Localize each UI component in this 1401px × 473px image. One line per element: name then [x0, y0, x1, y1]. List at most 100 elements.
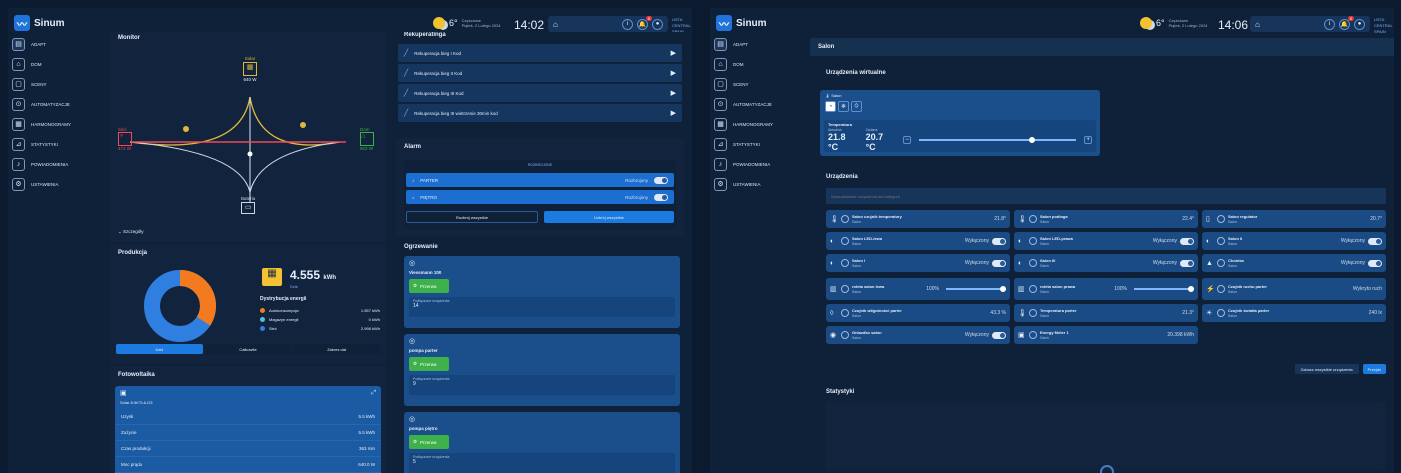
- home-node[interactable]: Dom ⌂ 503 W: [360, 127, 374, 151]
- increase-button[interactable]: +: [1084, 136, 1093, 144]
- decrease-button[interactable]: −: [903, 136, 912, 144]
- device-tile[interactable]: ▣ Energy Meter 1 Salon 20.398 kWh: [1014, 326, 1198, 344]
- heating-card[interactable]: ◎ pompa parter ⚙ Przerwa Podłączone urządzen…: [404, 334, 680, 406]
- device-toggle[interactable]: [992, 237, 1006, 245]
- sidebar-item-ustawienia[interactable]: ⚙ USTAWIENIA: [710, 174, 798, 194]
- pause-button[interactable]: ⚙ Przerwa: [409, 357, 449, 371]
- sidebar-item-adapt[interactable]: ▤ ADAPT: [710, 34, 798, 54]
- notification-icon[interactable]: 🔔 0: [1339, 15, 1354, 30]
- info-icon[interactable]: [841, 237, 849, 245]
- user-icon[interactable]: ●: [652, 18, 663, 30]
- info-icon[interactable]: i: [622, 18, 633, 30]
- house-icon[interactable]: ⌂: [1255, 20, 1260, 29]
- alarm-toggle[interactable]: [654, 193, 668, 201]
- arm-all-button[interactable]: Uzbrój wszystkie: [544, 211, 674, 223]
- recuperation-item[interactable]: ╱ Rekuperacja bieg III wietrzenie 30min k…: [398, 104, 682, 122]
- disarm-all-button[interactable]: Rozbrój wszystkie: [406, 211, 538, 223]
- device-tile[interactable]: ◐ Salon LED-lewa Salon Wyłączony: [826, 232, 1010, 250]
- device-tile[interactable]: 🌡 Salon czujnik temperatury Salon 21.8°: [826, 210, 1010, 228]
- tab-2[interactable]: Zakres dat: [293, 344, 381, 354]
- device-tile[interactable]: ◐ Salon III Salon Wyłączony: [1014, 254, 1198, 272]
- sidebar-item-adapt[interactable]: ▤ ADAPT: [8, 34, 96, 54]
- device-tile[interactable]: ▯ Salon regulator Salon 20.7°: [1202, 210, 1386, 228]
- heating-card[interactable]: ◎ Viessmann 100 ⚙ Przerwa Podłączone urządze…: [404, 256, 680, 328]
- play-icon[interactable]: ▶: [671, 49, 676, 57]
- pv-card[interactable]: ▣ ⤢ Solar 8-9KTL6-G3 Uzysk 5.5 kWh Zużycie…: [115, 386, 381, 473]
- recuperation-item[interactable]: ╱ Rekuperacja bieg II Kod ▶: [398, 64, 682, 82]
- alarm-zone[interactable]: ♪ PARTER Rozbrojony: [406, 173, 674, 187]
- device-toggle[interactable]: [1180, 259, 1194, 267]
- blind-slider[interactable]: [946, 286, 1006, 292]
- device-tile[interactable]: ⚡ Czujnik ruchu parter Salon Wykryto ruch: [1202, 278, 1386, 300]
- sidebar-item-harmonogramy[interactable]: ▦ HARMONOGRAMY: [710, 114, 798, 134]
- device-tile[interactable]: ▥ roleta salon prawa Salon 100%: [1014, 278, 1198, 300]
- info-icon[interactable]: [1217, 259, 1225, 267]
- auto-mode-icon[interactable]: ◔: [825, 101, 836, 112]
- sidebar-item-automatyzacje[interactable]: ⊙ AUTOMATYZACJE: [710, 94, 798, 114]
- sidebar-item-automatyzacje[interactable]: ⊙ AUTOMATYZACJE: [8, 94, 96, 114]
- info-icon[interactable]: [1029, 215, 1037, 223]
- info-icon[interactable]: [1029, 331, 1037, 339]
- info-icon[interactable]: [1217, 285, 1225, 293]
- sidebar-item-dom[interactable]: ⌂ DOM: [8, 54, 96, 74]
- info-icon[interactable]: [841, 285, 849, 293]
- see-all-devices-link[interactable]: Zobacz wszystkie urządzenia: [1294, 364, 1359, 374]
- snowflake-icon[interactable]: ❄: [838, 101, 849, 112]
- pause-button[interactable]: ⚙ Przerwa: [409, 279, 449, 293]
- tab-0[interactable]: Dziś: [116, 344, 203, 354]
- sidebar-item-statystyki[interactable]: ⊿ STATYSTYKI: [8, 134, 96, 154]
- device-toggle[interactable]: [1368, 237, 1382, 245]
- device-tile[interactable]: ◊ Czujnik wilgotności parter Salon 43.3 %: [826, 304, 1010, 322]
- info-icon[interactable]: [1029, 237, 1037, 245]
- user-icon[interactable]: ●: [1354, 18, 1365, 30]
- info-icon[interactable]: [1029, 309, 1037, 317]
- solar-node[interactable]: Solar ▦ 640 W: [243, 56, 257, 82]
- sidebar-item-sceny[interactable]: ▢ SCENY: [710, 74, 798, 94]
- alarm-toggle[interactable]: [654, 176, 668, 184]
- virtual-thermostat-card[interactable]: 🌡 Salon ◔ ❄ ⦸ Temperatura Aktualna 21.8 °…: [820, 90, 1100, 156]
- device-tile[interactable]: ▥ roleta salon lewa Salon 100%: [826, 278, 1010, 300]
- house-icon[interactable]: ⌂: [553, 20, 558, 29]
- info-icon[interactable]: [841, 309, 849, 317]
- device-tile[interactable]: ◐ Salon I Salon Wyłączony: [826, 254, 1010, 272]
- device-tile[interactable]: ▲ Choinka Salon Wyłączony: [1202, 254, 1386, 272]
- info-icon[interactable]: [841, 259, 849, 267]
- device-toggle[interactable]: [992, 331, 1006, 339]
- recuperation-item[interactable]: ╱ Rekuperacja bieg III Kod ▶: [398, 84, 682, 102]
- pause-button[interactable]: ⚙ Przerwa: [409, 435, 449, 449]
- sidebar-item-dom[interactable]: ⌂ DOM: [710, 54, 798, 74]
- sidebar-item-ustawienia[interactable]: ⚙ USTAWIENIA: [8, 174, 96, 194]
- device-search-input[interactable]: [826, 188, 1386, 204]
- details-toggle[interactable]: ⌄ Szczegóły: [118, 229, 144, 235]
- play-icon[interactable]: ▶: [671, 69, 676, 77]
- info-icon[interactable]: [1217, 237, 1225, 245]
- sidebar-item-powiadomienia[interactable]: ♪ POWIADOMIENIA: [8, 154, 96, 174]
- device-tile[interactable]: 🌡 Temperatura parter Salon 21.3°: [1014, 304, 1198, 322]
- device-tile[interactable]: ◐ Salon II Salon Wyłączony: [1202, 232, 1386, 250]
- info-icon[interactable]: [841, 215, 849, 223]
- recuperation-item[interactable]: ╱ Rekuperacja bieg I Kod ▶: [398, 44, 682, 62]
- play-icon[interactable]: ▶: [671, 109, 676, 117]
- device-toggle[interactable]: [1180, 237, 1194, 245]
- off-icon[interactable]: ⦸: [851, 101, 862, 112]
- info-icon[interactable]: i: [1324, 18, 1335, 30]
- device-tile[interactable]: ◉ Gniazdko salon Salon Wyłączony: [826, 326, 1010, 344]
- play-icon[interactable]: ▶: [671, 89, 676, 97]
- device-tile[interactable]: 🌡 Salon podłoga Salon 22.4°: [1014, 210, 1198, 228]
- heating-card[interactable]: ◎ pompa piętro ⚙ Przerwa Podłączone urządzen…: [404, 412, 680, 473]
- tab-1[interactable]: Całkowite: [204, 344, 292, 354]
- sidebar-item-statystyki[interactable]: ⊿ STATYSTYKI: [710, 134, 798, 154]
- device-toggle[interactable]: [1368, 259, 1382, 267]
- device-tile[interactable]: ◐ Salon LED-prawa Salon Wyłączony: [1014, 232, 1198, 250]
- notification-icon[interactable]: 🔔 0: [637, 15, 652, 30]
- device-toggle[interactable]: [992, 259, 1006, 267]
- info-icon[interactable]: [841, 331, 849, 339]
- sidebar-item-harmonogramy[interactable]: ▦ HARMONOGRAMY: [8, 114, 96, 134]
- grid-node[interactable]: Sieć ♆ 471 W: [118, 127, 132, 151]
- sidebar-item-sceny[interactable]: ▢ SCENY: [8, 74, 96, 94]
- user-location[interactable]: USTACENTRAL SPAIN: [1374, 17, 1394, 35]
- blind-slider[interactable]: [1134, 286, 1194, 292]
- battery-node[interactable]: Bateria ▭: [241, 196, 255, 215]
- info-icon[interactable]: [1029, 285, 1037, 293]
- alarm-zone[interactable]: ♪ PIĘTRO Rozbrojony: [406, 190, 674, 204]
